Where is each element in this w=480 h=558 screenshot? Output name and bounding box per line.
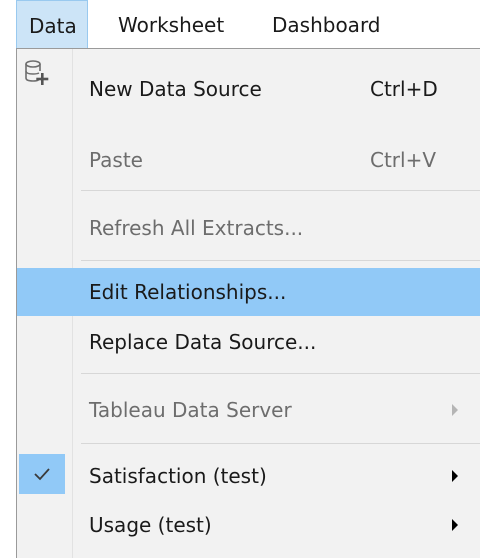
submenu-arrow-icon — [452, 404, 458, 416]
submenu-arrow-icon — [452, 470, 458, 482]
menu-item-tableau-data-server[interactable]: Tableau Data Server — [17, 381, 480, 439]
new-data-source-label: New Data Source — [89, 77, 262, 101]
usage-label: Usage (test) — [89, 513, 212, 537]
paste-label: Paste — [89, 148, 143, 172]
satisfaction-label: Satisfaction (test) — [89, 464, 267, 488]
menu-worksheet-label: Worksheet — [118, 13, 225, 37]
menu-worksheet[interactable]: Worksheet — [118, 0, 224, 50]
menu-separator — [81, 260, 480, 261]
paste-shortcut: Ctrl+V — [370, 148, 437, 172]
menu-dashboard-label: Dashboard — [272, 13, 381, 37]
menu-separator — [81, 443, 480, 444]
menu-item-new-data-source[interactable]: New Data Source Ctrl+D — [17, 53, 480, 125]
menu-item-replace-data-source[interactable]: Replace Data Source... — [17, 317, 480, 367]
submenu-arrow-icon — [452, 519, 458, 531]
replace-data-source-label: Replace Data Source... — [89, 330, 317, 354]
edit-relationships-label: Edit Relationships... — [89, 280, 287, 304]
menu-data[interactable]: Data — [16, 0, 88, 50]
menu-separator — [81, 190, 480, 191]
data-menu-dropdown: New Data Source Ctrl+D Paste Ctrl+V Refr… — [16, 48, 480, 558]
database-add-icon — [23, 59, 51, 97]
menu-dashboard[interactable]: Dashboard — [272, 0, 381, 50]
new-data-source-shortcut: Ctrl+D — [370, 77, 438, 101]
menu-separator — [81, 373, 480, 374]
menu-item-satisfaction[interactable]: Satisfaction (test) — [17, 452, 480, 500]
menu-item-usage[interactable]: Usage (test) — [17, 501, 480, 549]
menu-item-refresh-all-extracts[interactable]: Refresh All Extracts... — [17, 199, 480, 257]
menu-item-edit-relationships[interactable]: Edit Relationships... — [17, 268, 480, 316]
checkmark-icon — [19, 454, 65, 494]
refresh-all-extracts-label: Refresh All Extracts... — [89, 216, 304, 240]
menu-item-paste[interactable]: Paste Ctrl+V — [17, 131, 480, 189]
menu-bar: Data Worksheet Dashboard — [0, 0, 480, 50]
tableau-data-server-label: Tableau Data Server — [89, 398, 292, 422]
menu-data-label: Data — [29, 14, 77, 38]
